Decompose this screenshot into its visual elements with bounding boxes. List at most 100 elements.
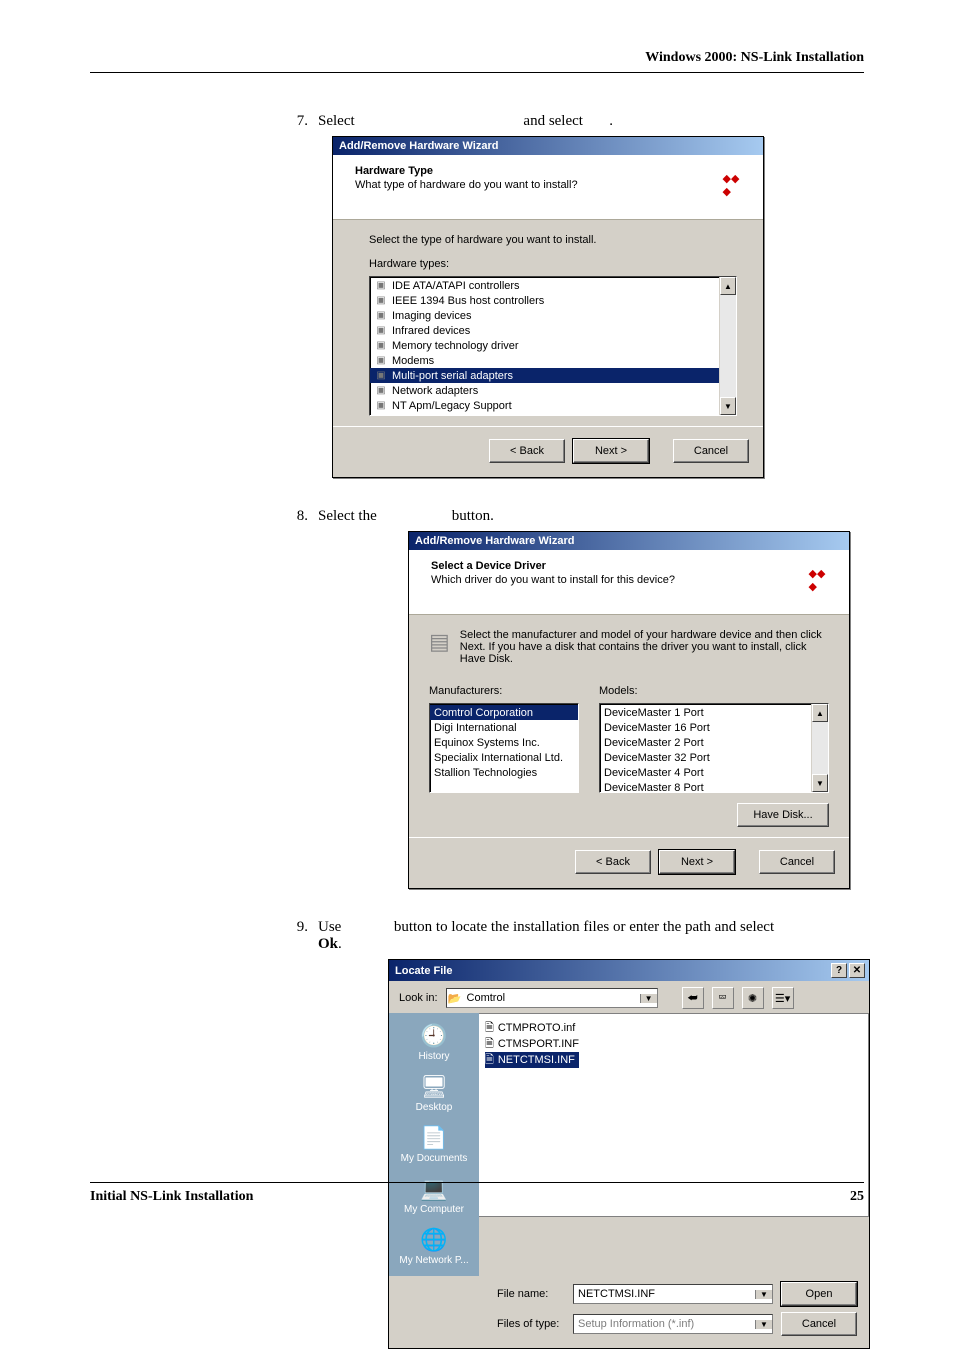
models-list[interactable]: DeviceMaster 1 PortDeviceMaster 16 PortD…: [599, 703, 829, 793]
have-disk-button[interactable]: Have Disk...: [737, 803, 829, 827]
dialog-titlebar: Add/Remove Hardware Wizard: [409, 532, 849, 550]
filetype-label: Files of type:: [497, 1318, 565, 1330]
filetype-combo: Setup Information (*.inf) ▼: [573, 1314, 773, 1334]
list-label: Hardware types:: [369, 258, 737, 270]
models-label: Models:: [599, 685, 829, 697]
step-8-number: 8.: [280, 508, 318, 525]
step-8-text: Select the button.: [318, 508, 864, 525]
list-item[interactable]: DeviceMaster 16 Port: [600, 720, 828, 735]
device-category-icon: ▣: [374, 340, 388, 352]
step-7-number: 7.: [280, 113, 318, 130]
instructions-text: Select the manufacturer and model of you…: [460, 629, 829, 665]
manufacturers-label: Manufacturers:: [429, 685, 579, 697]
dialog-heading: Select a Device Driver: [431, 560, 675, 572]
list-item[interactable]: ▣IEEE 1394 Bus host controllers: [370, 293, 736, 308]
back-button[interactable]: < Back: [575, 850, 651, 874]
cancel-button[interactable]: Cancel: [781, 1312, 857, 1336]
list-item[interactable]: Comtrol Corporation: [430, 705, 578, 720]
step-9-text: Use button to locate the installation fi…: [318, 919, 870, 953]
manufacturers-list[interactable]: Comtrol CorporationDigi InternationalEqu…: [429, 703, 579, 793]
wizard-graphic-icon: ◆◆◆: [711, 165, 751, 205]
step-9-number: 9.: [280, 919, 318, 936]
up-one-level-icon[interactable]: ⮹: [712, 987, 734, 1009]
filename-input[interactable]: NETCTMSI.INF ▼: [573, 1284, 773, 1304]
chevron-down-icon: ▼: [755, 1320, 772, 1329]
device-category-icon: ▣: [374, 385, 388, 397]
filename-label: File name:: [497, 1288, 565, 1300]
look-in-label: Look in:: [399, 992, 438, 1004]
back-icon[interactable]: ⮨: [682, 987, 704, 1009]
places-item[interactable]: 🌐My Network P...: [397, 1223, 471, 1270]
list-item[interactable]: Equinox Systems Inc.: [430, 735, 578, 750]
list-item[interactable]: ▣Network adapters: [370, 383, 736, 398]
places-item-icon: 🕘: [397, 1021, 471, 1051]
list-item[interactable]: DeviceMaster 2 Port: [600, 735, 828, 750]
back-button[interactable]: < Back: [489, 439, 565, 463]
running-head: Windows 2000: NS-Link Installation: [90, 50, 864, 73]
list-item[interactable]: ▣Modems: [370, 353, 736, 368]
scrollbar[interactable]: ▲ ▼: [811, 704, 828, 792]
look-in-combo[interactable]: 📂 Comtrol ▼: [446, 988, 658, 1008]
device-category-icon: ▣: [374, 370, 388, 382]
dialog-title: Add/Remove Hardware Wizard: [415, 535, 574, 547]
diskette-icon: ▤: [429, 629, 450, 655]
list-item[interactable]: DeviceMaster 1 Port: [600, 705, 828, 720]
places-item[interactable]: 📄My Documents: [397, 1121, 471, 1168]
device-category-icon: ▣: [374, 355, 388, 367]
list-item[interactable]: ▣IDE ATA/ATAPI controllers: [370, 278, 736, 293]
views-icon[interactable]: ☰▾: [772, 987, 794, 1009]
list-item[interactable]: ▣Multi-port serial adapters: [370, 368, 736, 383]
close-icon[interactable]: ✕: [849, 963, 865, 978]
places-bar: 🕘History🖥Desktop📄My Documents💻My Compute…: [389, 1013, 479, 1276]
file-item[interactable]: 🗎NETCTMSI.INF: [485, 1052, 579, 1068]
look-in-value: Comtrol: [463, 992, 640, 1004]
list-item[interactable]: ▣Memory technology driver: [370, 338, 736, 353]
device-category-icon: ▣: [374, 280, 388, 292]
folder-icon: 📂: [447, 992, 463, 1005]
chevron-down-icon[interactable]: ▼: [755, 1290, 772, 1299]
dialog-title: Locate File: [395, 965, 452, 977]
open-button[interactable]: Open: [781, 1282, 857, 1306]
places-item-icon: 📄: [397, 1123, 471, 1153]
device-category-icon: ▣: [374, 310, 388, 322]
cancel-button[interactable]: Cancel: [673, 439, 749, 463]
list-item[interactable]: Specialix International Ltd.: [430, 750, 578, 765]
device-category-icon: ▣: [374, 295, 388, 307]
list-item[interactable]: Stallion Technologies: [430, 765, 578, 780]
next-button[interactable]: Next >: [573, 439, 649, 463]
wizard-graphic-icon: ◆◆◆: [797, 560, 837, 600]
chevron-down-icon[interactable]: ▼: [640, 994, 657, 1003]
list-item[interactable]: ▣NT Apm/Legacy Support: [370, 398, 736, 413]
places-item[interactable]: 🕘History: [397, 1019, 471, 1066]
scrollbar[interactable]: ▲ ▼: [719, 277, 736, 415]
list-item[interactable]: DeviceMaster 4 Port: [600, 765, 828, 780]
places-item-icon: 🖥: [397, 1072, 471, 1102]
cancel-button[interactable]: Cancel: [759, 850, 835, 874]
file-item[interactable]: 🗎CTMPROTO.inf: [485, 1020, 862, 1036]
hardware-type-dialog: Add/Remove Hardware Wizard Hardware Type…: [332, 136, 764, 478]
list-item[interactable]: ▣Infrared devices: [370, 323, 736, 338]
footer-left: Initial NS-Link Installation: [90, 1189, 253, 1205]
scroll-up-button[interactable]: ▲: [812, 704, 828, 722]
help-icon[interactable]: ?: [831, 963, 847, 978]
places-item[interactable]: 🖥Desktop: [397, 1070, 471, 1117]
dialog-title: Add/Remove Hardware Wizard: [339, 140, 498, 152]
dialog-subheading: Which driver do you want to install for …: [431, 574, 675, 586]
list-item[interactable]: ▣Imaging devices: [370, 308, 736, 323]
scroll-down-button[interactable]: ▼: [812, 774, 828, 792]
file-item[interactable]: 🗎CTMSPORT.INF: [485, 1036, 862, 1052]
dialog-heading: Hardware Type: [355, 165, 578, 177]
list-item[interactable]: DeviceMaster 8 Port: [600, 780, 828, 793]
scroll-down-button[interactable]: ▼: [720, 397, 736, 415]
list-item[interactable]: Digi International: [430, 720, 578, 735]
new-folder-icon[interactable]: ✺: [742, 987, 764, 1009]
next-button[interactable]: Next >: [659, 850, 735, 874]
hardware-types-list[interactable]: ▣IDE ATA/ATAPI controllers▣IEEE 1394 Bus…: [369, 276, 737, 416]
device-category-icon: ▣: [374, 400, 388, 412]
step-7-text: Select and select .: [318, 113, 864, 130]
list-item[interactable]: DeviceMaster 32 Port: [600, 750, 828, 765]
inf-file-icon: 🗎: [485, 1051, 494, 1070]
scroll-up-button[interactable]: ▲: [720, 277, 736, 295]
dialog-subheading: What type of hardware do you want to ins…: [355, 179, 578, 191]
prompt-text: Select the type of hardware you want to …: [369, 234, 737, 246]
